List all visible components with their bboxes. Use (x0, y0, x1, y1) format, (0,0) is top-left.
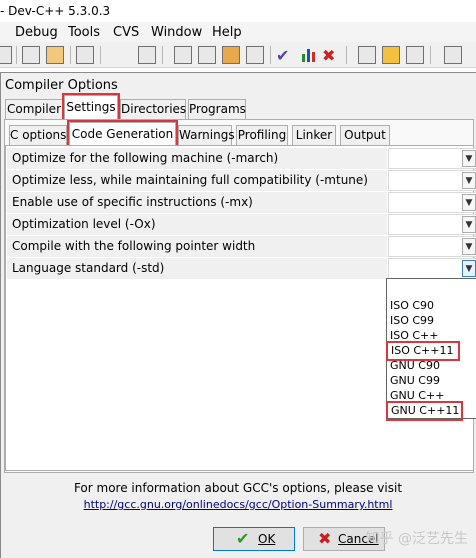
close-icon: ✖ (318, 529, 332, 548)
ide-title: - Dev-C++ 5.3.0.3 (0, 4, 111, 18)
mx-select[interactable]: ▼ (388, 192, 476, 213)
menu-cvs[interactable]: CVS (113, 25, 139, 40)
mtune-select[interactable]: ▼ (388, 170, 476, 191)
option-iso-cpp[interactable]: ISO C++ (390, 328, 439, 343)
toolbar: ✔ ✖ (0, 42, 476, 68)
ok-button[interactable]: ✔ OK (213, 527, 295, 551)
tab-settings[interactable]: Settings (62, 93, 120, 121)
tab-directories[interactable]: Directories (120, 99, 186, 119)
menu-bar: Debug Tools CVS Window Help (0, 22, 476, 42)
run-icon[interactable] (138, 46, 156, 64)
list-icon[interactable] (246, 46, 264, 64)
close-icon[interactable] (444, 46, 462, 64)
check-icon[interactable]: ✔ (276, 46, 294, 65)
tab-compiler[interactable]: Compiler (5, 99, 63, 119)
gcc-docs-link[interactable]: http://gcc.gnu.org/onlinedocs/gcc/Option… (0, 498, 476, 511)
option-row-march: Optimize for the following machine (-mar… (7, 148, 387, 170)
export-icon[interactable] (382, 46, 400, 64)
option-row-std: Language standard (-std) (7, 258, 387, 280)
dialog-title: Compiler Options (5, 78, 118, 93)
toolbar-separator (270, 46, 271, 64)
save-icon[interactable] (22, 46, 40, 64)
pointer-width-select[interactable]: ▼ (388, 236, 476, 257)
language-standard-select[interactable]: ▼ (388, 258, 476, 279)
toolbar-separator (16, 46, 17, 64)
chevron-down-icon[interactable]: ▼ (462, 172, 476, 189)
toolbar-separator (100, 46, 101, 64)
toolbar-separator (162, 46, 163, 64)
ox-select[interactable]: ▼ (388, 214, 476, 235)
chevron-down-icon[interactable]: ▼ (462, 216, 476, 233)
window-icon[interactable] (198, 46, 216, 64)
option-label: Compile with the following pointer width (12, 239, 256, 253)
option-iso-cpp11[interactable]: ISO C++11 (386, 341, 460, 361)
tab-code-generation[interactable]: Code Generation (67, 120, 178, 147)
goto-icon[interactable] (406, 46, 424, 64)
toolbar-separator (430, 46, 431, 64)
chevron-down-icon[interactable]: ▼ (462, 260, 476, 277)
march-select[interactable]: ▼ (388, 148, 476, 169)
tab-warnings[interactable]: Warnings (178, 125, 235, 145)
chart-icon[interactable] (300, 46, 318, 64)
compile-icon[interactable] (76, 46, 94, 64)
delete-icon[interactable]: ✖ (322, 46, 340, 65)
option-label: Optimize for the following machine (-mar… (12, 151, 279, 165)
option-label: Enable use of specific instructions (-mx… (12, 195, 253, 209)
option-row-mtune: Optimize less, while maintaining full co… (7, 170, 387, 192)
grid-icon[interactable] (174, 46, 192, 64)
option-label: Optimize less, while maintaining full co… (12, 173, 368, 187)
option-gnu-cpp11[interactable]: GNU C++11 (385, 401, 464, 421)
option-row-pointer-width: Compile with the following pointer width (7, 236, 387, 258)
ok-label: OK (258, 532, 276, 546)
ide-title-bar: - Dev-C++ 5.3.0.3 (0, 0, 476, 22)
language-standard-dropdown: ISO C90 ISO C99 ISO C++ ISO C++11 GNU C9… (385, 278, 476, 421)
menu-debug[interactable]: Debug (15, 25, 58, 40)
option-label: Language standard (-std) (12, 261, 165, 275)
tab-output[interactable]: Output (340, 125, 390, 145)
menu-help[interactable]: Help (212, 25, 242, 40)
check-icon: ✔ (236, 529, 250, 548)
option-label: Optimization level (-Ox) (12, 217, 156, 231)
option-row-ox: Optimization level (-Ox) (7, 214, 387, 236)
option-iso-c99[interactable]: ISO C99 (390, 313, 434, 328)
chevron-down-icon[interactable]: ▼ (462, 150, 476, 167)
watermark: 知乎 @泛艺先生 (365, 531, 468, 547)
menu-window[interactable]: Window (151, 25, 202, 40)
save-all-icon[interactable] (46, 46, 64, 64)
tab-linker[interactable]: Linker (292, 125, 336, 145)
chevron-down-icon[interactable]: ▼ (462, 238, 476, 255)
option-gnu-c90[interactable]: GNU C90 (390, 358, 440, 373)
palette-icon[interactable] (222, 46, 240, 64)
tab-c-options[interactable]: C options (9, 125, 67, 145)
toolbar-separator (70, 46, 71, 64)
import-icon[interactable] (358, 46, 376, 64)
tab-profiling[interactable]: Profiling (236, 125, 288, 145)
tab-programs[interactable]: Programs (188, 99, 246, 119)
toolbar-separator (346, 46, 347, 64)
info-text: For more information about GCC's options… (73, 481, 403, 495)
option-gnu-c99[interactable]: GNU C99 (390, 373, 440, 388)
option-gnu-cpp[interactable]: GNU C++ (390, 388, 444, 403)
menu-tools[interactable]: Tools (68, 25, 100, 40)
option-row-mx: Enable use of specific instructions (-mx… (7, 192, 387, 214)
new-file-icon[interactable] (0, 46, 12, 64)
option-iso-c90[interactable]: ISO C90 (390, 298, 434, 313)
chevron-down-icon[interactable]: ▼ (462, 194, 476, 211)
